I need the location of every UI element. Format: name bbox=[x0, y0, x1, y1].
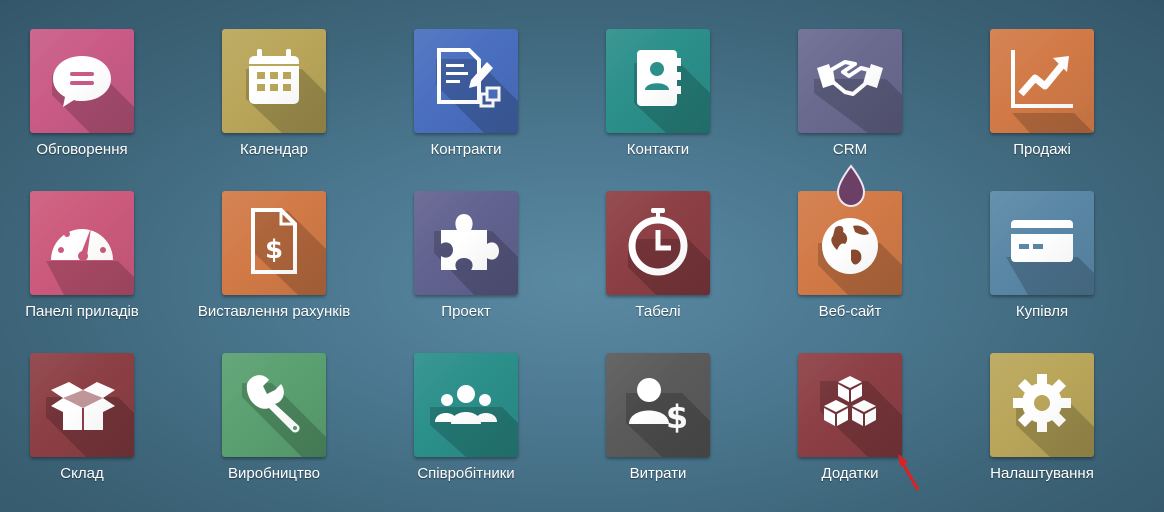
app-manufacturing[interactable]: Виробництво bbox=[178, 353, 370, 482]
app-grid: Обговорення Календар Контракти Контакти … bbox=[0, 0, 1164, 512]
app-dashboards[interactable]: Панелі приладів bbox=[0, 191, 178, 320]
puzzle-icon bbox=[441, 214, 499, 270]
app-label: Склад bbox=[60, 465, 104, 482]
chart-up-icon bbox=[1011, 50, 1073, 108]
app-tile[interactable] bbox=[414, 353, 518, 457]
app-label: Виробництво bbox=[228, 465, 320, 482]
app-employees[interactable]: Співробітники bbox=[370, 353, 562, 482]
stopwatch-icon bbox=[628, 208, 688, 276]
app-project[interactable]: Проект bbox=[370, 191, 562, 320]
chat-bubble-icon bbox=[53, 56, 111, 107]
app-discuss[interactable]: Обговорення bbox=[0, 29, 178, 158]
app-label: Календар bbox=[240, 141, 308, 158]
app-tile[interactable] bbox=[414, 191, 518, 295]
app-tile[interactable] bbox=[606, 191, 710, 295]
app-invoicing[interactable]: $ Виставлення рахунків bbox=[178, 191, 370, 320]
app-label: Веб-сайт bbox=[818, 303, 882, 320]
team-icon bbox=[435, 385, 497, 424]
app-tile[interactable] bbox=[990, 29, 1094, 133]
svg-text:$: $ bbox=[666, 398, 688, 436]
app-label: Продажі bbox=[1013, 141, 1071, 158]
app-label: Купівля bbox=[1015, 303, 1069, 320]
app-label: Співробітники bbox=[417, 465, 515, 482]
address-book-icon bbox=[637, 50, 681, 106]
app-calendar[interactable]: Календар bbox=[178, 29, 370, 158]
odoo-drop-icon bbox=[836, 164, 866, 208]
app-label: Табелі bbox=[635, 303, 681, 320]
app-tile[interactable] bbox=[414, 29, 518, 133]
calendar-icon bbox=[249, 49, 299, 104]
cubes-icon bbox=[824, 376, 876, 426]
app-label: Панелі приладів bbox=[25, 303, 139, 320]
app-contacts[interactable]: Контакти bbox=[562, 29, 754, 158]
invoice-dollar-icon: $ bbox=[251, 208, 297, 274]
app-tile[interactable] bbox=[30, 353, 134, 457]
app-tile[interactable] bbox=[606, 29, 710, 133]
app-label: Витрати bbox=[629, 465, 687, 482]
gear-icon bbox=[1013, 374, 1071, 432]
app-contracts[interactable]: Контракти bbox=[370, 29, 562, 158]
app-crm[interactable]: CRM bbox=[754, 29, 946, 158]
app-label: Контакти bbox=[626, 141, 690, 158]
app-purchase[interactable]: Купівля bbox=[946, 191, 1138, 320]
app-tile[interactable] bbox=[30, 191, 134, 295]
app-timesheets[interactable]: Табелі bbox=[562, 191, 754, 320]
app-label: CRM bbox=[832, 141, 868, 158]
app-tile[interactable]: $ bbox=[222, 191, 326, 295]
app-website[interactable]: Веб-сайт bbox=[754, 191, 946, 320]
person-dollar-icon: $ bbox=[629, 378, 688, 436]
app-inventory[interactable]: Склад bbox=[0, 353, 178, 482]
app-tile[interactable] bbox=[798, 29, 902, 133]
app-label: Контракти bbox=[430, 141, 502, 158]
app-tile[interactable] bbox=[30, 29, 134, 133]
credit-card-icon bbox=[1011, 220, 1073, 262]
app-label: Обговорення bbox=[36, 141, 128, 158]
app-expenses[interactable]: $ Витрати bbox=[562, 353, 754, 482]
app-tile[interactable] bbox=[990, 191, 1094, 295]
app-label: Налаштування bbox=[990, 465, 1094, 482]
document-edit-icon bbox=[437, 48, 501, 108]
annotation-arrow-icon bbox=[898, 454, 920, 491]
gauge-icon bbox=[51, 223, 113, 261]
app-label: Проект bbox=[441, 303, 491, 320]
app-tile[interactable] bbox=[990, 353, 1094, 457]
app-label: Виставлення рахунків bbox=[197, 303, 351, 320]
app-sales[interactable]: Продажі bbox=[946, 29, 1138, 158]
open-box-icon bbox=[51, 382, 115, 430]
globe-icon bbox=[822, 218, 878, 274]
app-tile[interactable] bbox=[798, 353, 902, 457]
svg-text:$: $ bbox=[265, 235, 283, 265]
app-tile[interactable] bbox=[222, 29, 326, 133]
app-settings[interactable]: Налаштування bbox=[946, 353, 1138, 482]
app-tile[interactable]: $ bbox=[606, 353, 710, 457]
app-tile[interactable] bbox=[222, 353, 326, 457]
wrench-icon bbox=[246, 375, 300, 433]
handshake-icon bbox=[817, 60, 883, 96]
